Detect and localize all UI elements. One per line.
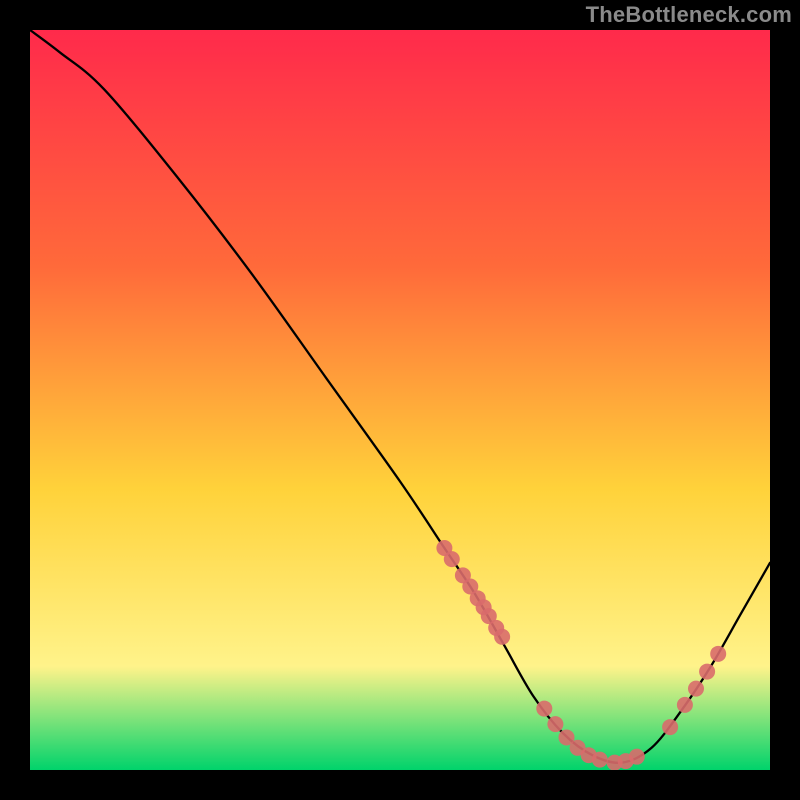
chart-container: TheBottleneck.com — [0, 0, 800, 800]
curve-marker — [444, 551, 460, 567]
curve-marker — [547, 716, 563, 732]
gradient-background — [30, 30, 770, 770]
curve-marker — [677, 697, 693, 713]
watermark-label: TheBottleneck.com — [586, 2, 792, 28]
curve-marker — [662, 719, 678, 735]
curve-marker — [494, 629, 510, 645]
curve-marker — [699, 664, 715, 680]
bottleneck-chart — [30, 30, 770, 770]
curve-marker — [629, 749, 645, 765]
curve-marker — [536, 701, 552, 717]
curve-marker — [688, 681, 704, 697]
curve-marker — [592, 752, 608, 768]
curve-marker — [710, 646, 726, 662]
